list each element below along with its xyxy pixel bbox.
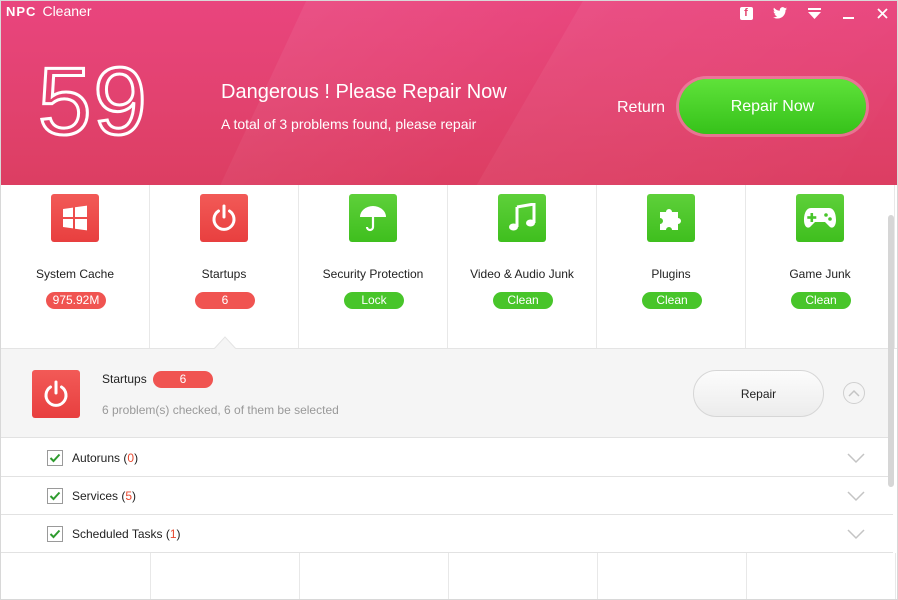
category-plugins[interactable]: Plugins Clean [597,185,746,348]
category-badge: 975.92M [46,292,106,309]
repair-button[interactable]: Repair [693,370,824,417]
checkbox[interactable] [47,450,63,466]
category-badge: Clean [791,292,851,309]
chevron-down-icon[interactable] [846,528,866,540]
scrollbar[interactable] [888,215,894,487]
list-item-label: Services (5) [72,489,137,503]
item-count: 1 [169,527,177,541]
detail-title: Startups [102,372,147,386]
menu-icon[interactable] [806,5,822,21]
return-link[interactable]: Return [617,99,665,117]
header-banner: NPC Cleaner f 59 Dangerous ! Please Repa… [0,0,898,185]
selected-tab-pointer [213,336,237,350]
list-item-label: Autoruns (0) [72,451,139,465]
detail-panel: Startups 6 6 problem(s) checked, 6 of th… [0,349,893,438]
checkbox[interactable] [47,488,63,504]
category-startups[interactable]: Startups 6 [150,185,299,348]
category-system-cache[interactable]: System Cache 975.92M [1,185,150,348]
gamepad-icon [796,194,844,242]
logo-mark: NPC [6,3,37,19]
power-icon [32,370,80,418]
minimize-icon[interactable] [840,5,856,21]
category-label: Startups [201,267,247,281]
windows-icon [51,194,99,242]
category-bar-bottom [0,553,898,600]
puzzle-icon [647,194,695,242]
category-badge: Lock [344,292,404,309]
category-badge: Clean [493,292,553,309]
app-title: Cleaner [42,3,92,19]
window-controls: f [738,5,890,21]
collapse-icon[interactable] [843,382,865,404]
music-note-icon [498,194,546,242]
twitter-icon[interactable] [772,5,788,21]
item-count: 5 [125,489,133,503]
list-item-services[interactable]: Services (5) [0,477,893,515]
repair-now-button[interactable]: Repair Now [679,79,866,134]
category-badge: 6 [195,292,255,309]
category-video-audio-junk[interactable]: Video & Audio Junk Clean [448,185,597,348]
detail-description: 6 problem(s) checked, 6 of them be selec… [102,403,339,417]
category-label: Game Junk [789,267,851,281]
category-label: Security Protection [322,267,424,281]
chevron-down-icon[interactable] [846,452,866,464]
checkbox[interactable] [47,526,63,542]
category-security-protection[interactable]: Security Protection Lock [299,185,448,348]
close-icon[interactable] [874,5,890,21]
item-count: 0 [127,451,135,465]
umbrella-icon [349,194,397,242]
category-bar: System Cache 975.92M Startups 6 Security… [0,185,898,349]
category-label: Plugins [651,267,691,281]
power-icon [200,194,248,242]
category-game-junk[interactable]: Game Junk Clean [746,185,895,348]
category-label: System Cache [35,267,115,281]
status-subtitle: A total of 3 problems found, please repa… [221,116,477,132]
health-score: 59 [37,48,149,155]
list-item-label: Scheduled Tasks (1) [72,527,181,541]
list-item-scheduled-tasks[interactable]: Scheduled Tasks (1) [0,515,893,553]
status-title: Dangerous ! Please Repair Now [221,81,507,103]
category-badge: Clean [642,292,702,309]
list-item-autoruns[interactable]: Autoruns (0) [0,439,893,477]
category-label: Video & Audio Junk [470,267,574,281]
facebook-icon[interactable]: f [738,5,754,21]
app-logo: NPC Cleaner [6,3,91,19]
chevron-down-icon[interactable] [846,490,866,502]
detail-count-badge: 6 [153,371,213,388]
